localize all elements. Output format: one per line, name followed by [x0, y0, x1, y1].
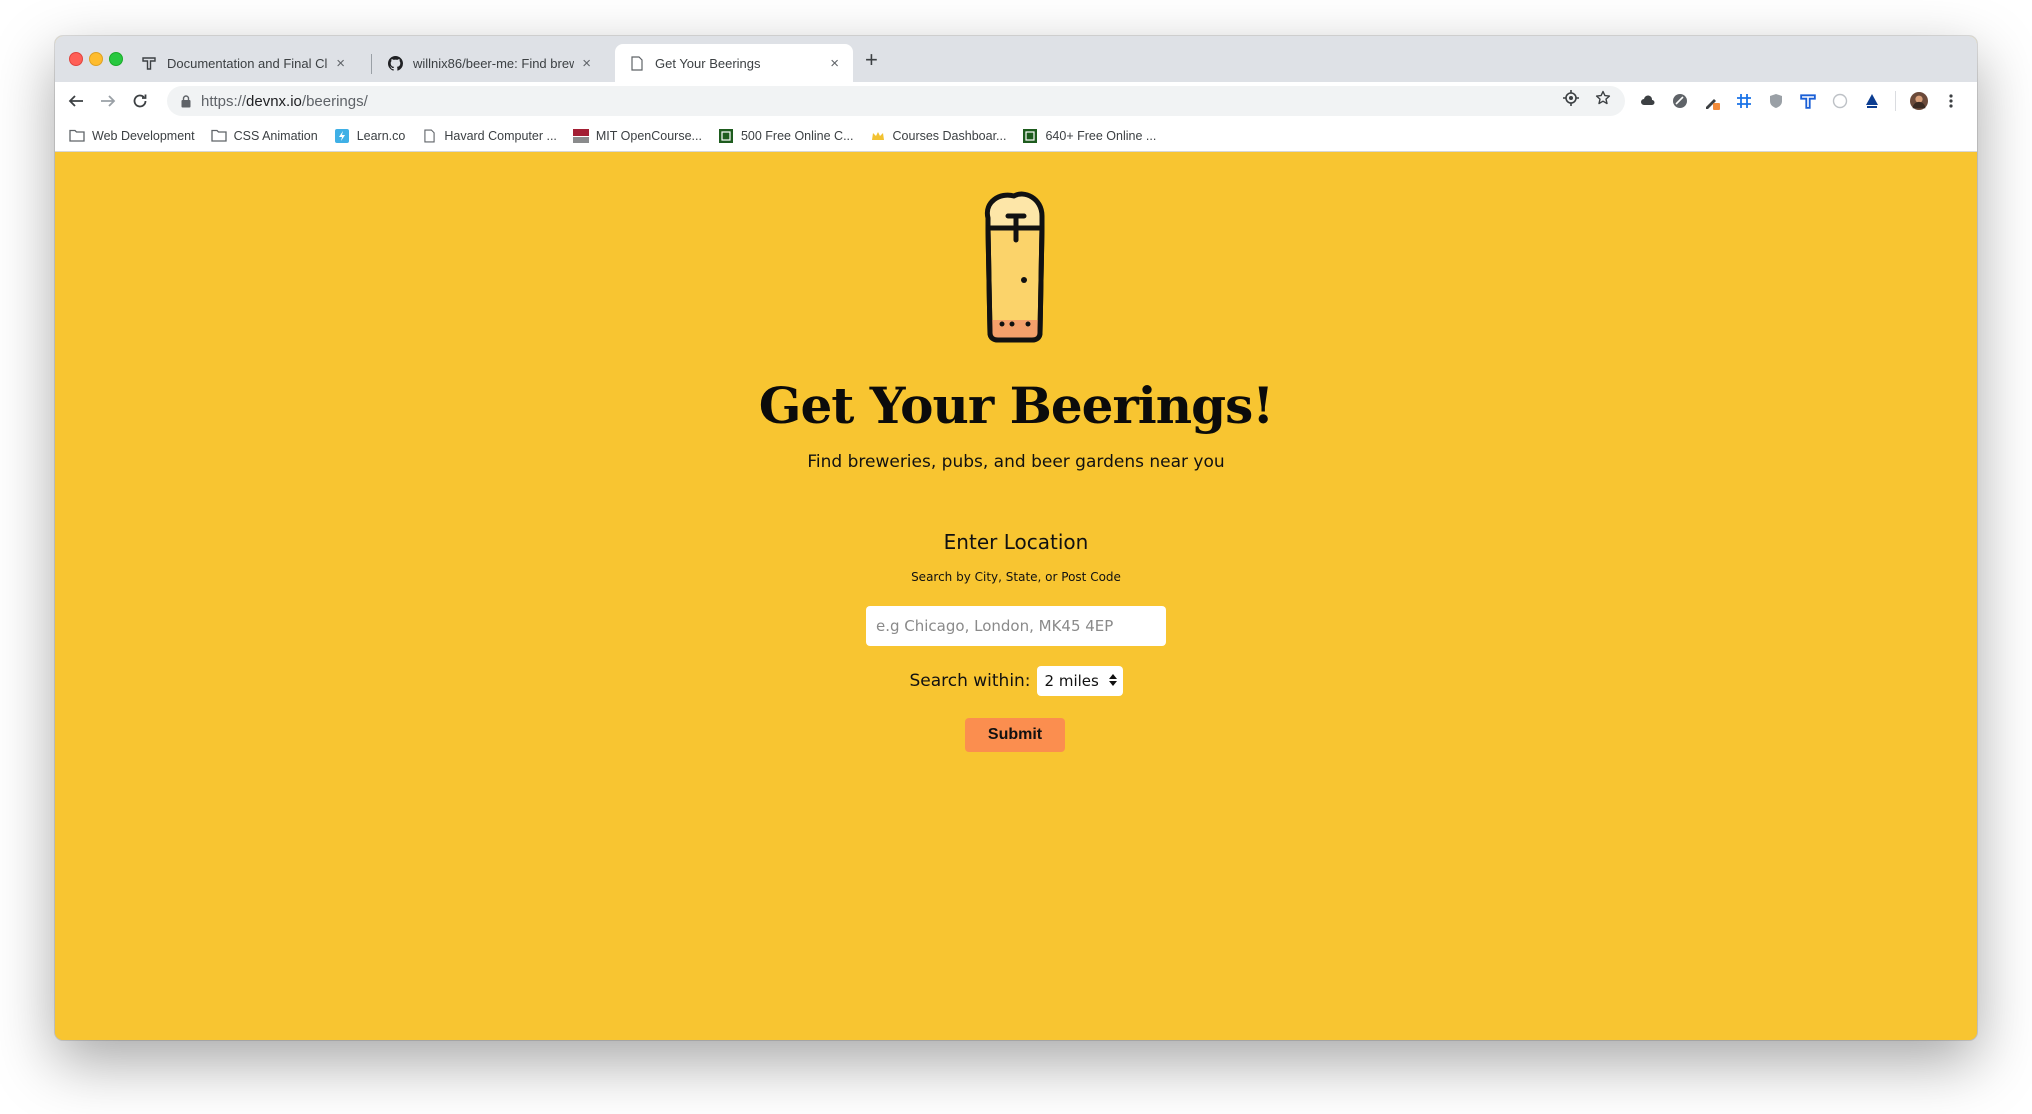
toolbar-separator	[1895, 91, 1896, 111]
bookmark-label: Courses Dashboar...	[892, 128, 1007, 143]
folder-icon	[69, 129, 85, 143]
location-icon[interactable]	[1563, 90, 1579, 110]
window-close-button[interactable]	[69, 52, 83, 66]
select-arrows-icon	[1108, 672, 1117, 690]
bookmark-mit-opencourse[interactable]: MIT OpenCourse...	[572, 128, 702, 143]
new-tab-button[interactable]: +	[865, 48, 878, 72]
close-icon[interactable]: ×	[336, 55, 345, 72]
tab-title: willnix86/beer-me: Find brewe	[413, 55, 575, 71]
extension-t-logo-icon[interactable]	[1799, 92, 1817, 110]
extension-triangle-icon[interactable]	[1863, 92, 1881, 110]
t-logo-icon	[141, 55, 157, 71]
close-icon[interactable]: ×	[830, 55, 839, 72]
bookmark-label: Web Development	[92, 128, 195, 143]
page-icon	[421, 128, 437, 143]
tab-separator	[371, 54, 372, 74]
reload-icon	[133, 94, 147, 108]
location-heading: Enter Location	[943, 530, 1089, 554]
folder-icon	[210, 129, 227, 143]
bookmark-web-development[interactable]: Web Development	[69, 129, 195, 143]
distance-select[interactable]: 2 miles	[1036, 666, 1123, 696]
window-minimize-button[interactable]	[89, 52, 103, 66]
tab-documentation[interactable]: Documentation and Final Clear ×	[127, 44, 359, 82]
bookmark-css-animation[interactable]: CSS Animation	[210, 128, 318, 143]
extension-circle-icon[interactable]	[1831, 92, 1849, 110]
mit-icon	[572, 128, 589, 143]
window-maximize-button[interactable]	[109, 52, 123, 66]
bookmark-courses-dashboard[interactable]: Courses Dashboar...	[870, 128, 1007, 143]
bookmark-label: 640+ Free Online ...	[1045, 128, 1157, 143]
arrow-right-icon	[101, 95, 116, 107]
arrow-left-icon	[68, 95, 83, 107]
page-subtitle: Find breweries, pubs, and beer gardens n…	[807, 452, 1225, 472]
crown-icon	[870, 129, 886, 143]
bookmark-label: 500 Free Online C...	[740, 128, 854, 143]
browser-window: Documentation and Final Clear × willnix8…	[55, 36, 1977, 1040]
tab-title: Documentation and Final Clear	[167, 55, 328, 71]
search-within-label: Search within:	[909, 671, 1031, 691]
bookmark-640-free-online[interactable]: 640+ Free Online ...	[1022, 128, 1157, 143]
tab-title: Get Your Beerings	[655, 55, 761, 71]
bookmark-500-free-online[interactable]: 500 Free Online C...	[718, 128, 854, 143]
tab-github[interactable]: willnix86/beer-me: Find brewe ×	[373, 44, 605, 82]
lock-icon	[181, 94, 191, 108]
extension-grid-icon[interactable]	[1735, 92, 1753, 110]
forward-button[interactable]	[95, 88, 121, 114]
star-icon[interactable]	[1595, 90, 1611, 110]
tab-strip: Documentation and Final Clear × willnix8…	[55, 36, 1977, 82]
location-input[interactable]	[866, 606, 1166, 646]
url-scheme: https://	[201, 92, 247, 110]
extension-eyedropper-icon[interactable]	[1703, 92, 1721, 110]
green-box-icon	[718, 128, 734, 143]
search-within-row: Search within: 2 miles	[55, 666, 1977, 696]
learnco-icon	[334, 128, 350, 143]
close-icon[interactable]: ×	[582, 55, 591, 72]
distance-select-value: 2 miles	[1044, 672, 1099, 690]
github-icon	[387, 55, 403, 71]
browser-toolbar: https://devnx.io/beerings/	[55, 82, 1977, 120]
back-button[interactable]	[63, 88, 89, 114]
extensions-bar	[1639, 88, 1960, 114]
green-box-icon	[1022, 128, 1038, 143]
bookmark-havard-computer[interactable]: Havard Computer ...	[421, 129, 557, 143]
bookmark-label: Learn.co	[356, 128, 406, 143]
bookmarks-bar: Web Development CSS Animation Learn.co H…	[55, 120, 1977, 152]
extension-disc-icon[interactable]	[1671, 92, 1689, 110]
reload-button[interactable]	[127, 88, 153, 114]
bookmark-label: Havard Computer ...	[444, 128, 557, 143]
bookmark-learn-co[interactable]: Learn.co	[334, 128, 406, 143]
extension-shield-icon[interactable]	[1767, 92, 1785, 110]
location-hint: Search by City, State, or Post Code	[911, 570, 1121, 584]
beer-glass-icon	[984, 191, 1045, 343]
extension-cloud-icon[interactable]	[1639, 92, 1657, 110]
page-content: Get Your Beerings! Find breweries, pubs,…	[55, 152, 1977, 1040]
address-bar[interactable]: https://devnx.io/beerings/	[167, 86, 1625, 116]
more-menu-icon[interactable]	[1942, 92, 1960, 110]
page-icon	[629, 55, 645, 71]
url-host: devnx.io	[246, 92, 302, 110]
tab-get-your-beerings[interactable]: Get Your Beerings ×	[615, 44, 853, 82]
avatar[interactable]	[1910, 92, 1928, 110]
bookmark-label: CSS Animation	[233, 128, 318, 143]
url-path: /beerings/	[301, 92, 368, 110]
page-title: Get Your Beerings!	[758, 376, 1274, 435]
bookmark-label: MIT OpenCourse...	[595, 128, 702, 143]
submit-button[interactable]: Submit	[965, 718, 1065, 752]
